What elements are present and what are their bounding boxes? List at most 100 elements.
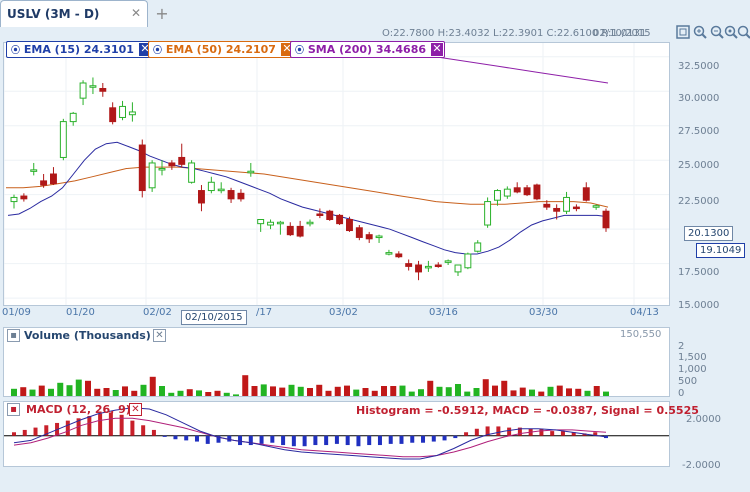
volume-bar	[122, 386, 128, 396]
date-tick: 01/09	[2, 307, 31, 318]
candle-body	[128, 111, 136, 116]
volume-bar	[196, 390, 202, 396]
date-tick: 02/02	[143, 307, 172, 318]
candle-body	[563, 196, 570, 212]
volume-bar	[38, 385, 45, 396]
macd-histogram-bar	[550, 431, 555, 436]
price-tick: 30.0000	[678, 93, 720, 104]
sma200-tag[interactable]: ⦿ SMA (200) 34.4686 ✕	[290, 41, 446, 58]
macd-histogram-bar	[453, 435, 458, 439]
date-tick: 01/20	[66, 307, 95, 318]
macd-histogram-bar	[313, 435, 318, 446]
candle-body	[217, 188, 225, 192]
candle-body	[257, 219, 265, 225]
macd-histogram-bar	[431, 435, 436, 442]
candle-body	[276, 221, 284, 225]
macd-histogram-bar	[442, 435, 447, 441]
volume-bar	[112, 390, 119, 396]
volume-bar	[260, 384, 267, 396]
ema15-tag[interactable]: ⦿ EMA (15) 24.3101 ✕	[6, 41, 153, 58]
chart-tab-title: USLV (3M - D)	[7, 7, 100, 21]
candle-body	[50, 173, 57, 185]
volume-bar	[556, 385, 563, 396]
macd-histogram-bar	[98, 413, 103, 436]
macd-histogram-bar	[173, 435, 178, 440]
candle-body	[59, 121, 67, 158]
volume-bar	[325, 390, 332, 396]
volume-bar	[399, 385, 406, 396]
candle-body	[168, 162, 176, 167]
remove-macd-icon[interactable]: ✕	[129, 403, 142, 416]
macd-toggle-icon[interactable]: ▪	[7, 403, 20, 416]
macd-readout: Histogram = -0.5912, MACD = -0.0387, Sig…	[356, 404, 699, 417]
macd-histogram-bar	[367, 435, 372, 446]
chart-tab[interactable]: USLV (3M - D) ✕	[0, 0, 148, 27]
volume-bar	[501, 380, 508, 396]
volume-bar	[334, 386, 341, 396]
remove-sma200-icon[interactable]: ✕	[431, 43, 444, 56]
volume-bar	[177, 390, 184, 396]
volume-bar	[492, 385, 498, 396]
ema50-label: EMA (50) 24.2107	[165, 43, 276, 56]
candle-body	[207, 181, 215, 192]
add-tab-button[interactable]: +	[152, 5, 172, 23]
candle-body	[20, 195, 28, 200]
magnify-icon[interactable]	[736, 25, 750, 41]
price-plot[interactable]	[3, 42, 670, 306]
volume-bar	[455, 384, 461, 396]
date-tick: /17	[256, 307, 273, 318]
close-tab-icon[interactable]: ✕	[129, 7, 143, 21]
macd-histogram-bar	[65, 420, 70, 436]
volume-bar	[371, 390, 378, 396]
volume-toggle-icon[interactable]: ▪	[7, 329, 20, 342]
candle-body	[375, 235, 383, 239]
volume-bar	[445, 387, 452, 396]
volume-bar	[159, 386, 165, 396]
macd-histogram-bar	[421, 435, 426, 443]
fit-screen-icon[interactable]	[675, 25, 691, 41]
candle-body	[494, 190, 501, 201]
candle-body	[296, 225, 304, 237]
volume-bar	[307, 388, 313, 396]
candle-body	[109, 107, 117, 123]
macd-histogram-bar	[151, 429, 156, 436]
candle-body	[198, 190, 205, 204]
cursor-date-badge: 02/10/2015	[181, 310, 247, 325]
volume-bar	[214, 390, 221, 396]
volume-bar	[20, 387, 27, 396]
candle-body	[326, 210, 334, 221]
volume-bar	[103, 388, 110, 396]
candle-body	[188, 162, 196, 183]
candle-body	[543, 203, 551, 208]
candle-body	[405, 263, 413, 267]
macd-title: MACD (12, 26, 9)	[26, 403, 131, 416]
volume-bar	[186, 389, 193, 396]
macd-histogram-bar	[388, 435, 393, 444]
ema50-tag[interactable]: ⦿ EMA (50) 24.2107 ✕	[148, 41, 295, 58]
zoom-in-icon[interactable]	[692, 25, 708, 41]
candle-body	[484, 201, 492, 226]
candle-body	[138, 144, 146, 192]
volume-bar	[584, 390, 591, 396]
volume-bar	[140, 384, 147, 396]
ema15-line	[7, 141, 609, 255]
candle-body	[316, 213, 324, 216]
sma200-label: SMA (200) 34.4686	[307, 43, 427, 56]
volume-bar	[57, 382, 64, 396]
remove-volume-icon[interactable]: ✕	[153, 329, 166, 342]
candle-body	[119, 105, 126, 118]
candle-body	[602, 210, 610, 229]
candle-body	[306, 221, 314, 225]
macd-tick: 2.0000	[686, 414, 721, 425]
price-tick: 15.0000	[678, 300, 720, 311]
price-tick: 17.5000	[678, 267, 720, 278]
volume-readout: 150,550	[620, 329, 662, 340]
date-tick: 03/30	[529, 307, 558, 318]
candle-body	[553, 207, 561, 212]
volume-bar	[233, 394, 239, 396]
volume-bar	[344, 385, 350, 396]
macd-histogram-bar	[324, 435, 329, 446]
candle-body	[346, 219, 353, 232]
macd-histogram-bar	[464, 432, 469, 436]
price-chart-svg	[3, 43, 669, 305]
